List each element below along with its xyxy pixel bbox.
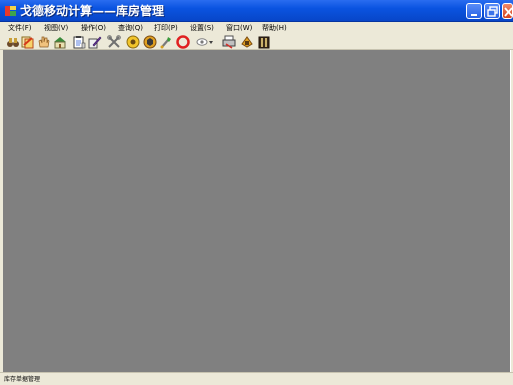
gear-icon[interactable] xyxy=(126,35,140,49)
menu-view[interactable]: 视图(V) xyxy=(44,22,68,34)
minimize-button[interactable] xyxy=(466,3,482,19)
status-bar: 库存单据管理 xyxy=(0,372,513,385)
title-bar[interactable]: 戈德移动计算——库房管理 xyxy=(0,0,513,22)
toolbar xyxy=(0,34,513,50)
mdi-workspace[interactable] xyxy=(3,50,511,372)
status-text: 库存单据管理 xyxy=(4,376,41,383)
binoculars-icon[interactable] xyxy=(6,35,20,49)
maximize-icon xyxy=(487,6,498,17)
minimize-icon xyxy=(471,14,477,16)
close-button[interactable] xyxy=(502,3,513,19)
settings-icon[interactable] xyxy=(240,35,254,49)
wrench-icon[interactable] xyxy=(159,35,173,49)
menu-bar: 文件(F) 视图(V) 操作(O) 查询(Q) 打印(P) 设置(S) 窗口(W… xyxy=(0,22,513,34)
eye-dropdown-icon[interactable] xyxy=(196,35,214,49)
hand-icon[interactable] xyxy=(37,35,51,49)
menu-settings[interactable]: 设置(S) xyxy=(190,22,214,34)
print-icon[interactable] xyxy=(222,35,236,49)
menu-query[interactable]: 查询(Q) xyxy=(118,22,143,34)
app-logo-icon xyxy=(5,6,16,16)
menu-window[interactable]: 窗口(W) xyxy=(226,22,252,34)
close-icon xyxy=(504,7,513,17)
menu-file[interactable]: 文件(F) xyxy=(8,22,32,34)
menu-help[interactable]: 帮助(H) xyxy=(262,22,287,34)
maximize-button[interactable] xyxy=(484,3,500,19)
document-stack-icon[interactable] xyxy=(21,35,35,49)
edit-pen-icon[interactable] xyxy=(88,35,102,49)
stop-icon[interactable] xyxy=(176,35,190,49)
menu-operate[interactable]: 操作(O) xyxy=(81,22,106,34)
app-window: 戈德移动计算——库房管理 文件(F) 视图(V) 操作(O) 查询(Q) 打印(… xyxy=(0,0,513,385)
tools-icon[interactable] xyxy=(107,35,121,49)
clipboard-icon[interactable] xyxy=(72,35,86,49)
window-title: 戈德移动计算——库房管理 xyxy=(20,4,165,18)
menu-print[interactable]: 打印(P) xyxy=(154,22,178,34)
warehouse-icon[interactable] xyxy=(53,35,67,49)
exit-icon[interactable] xyxy=(257,35,271,49)
box-icon[interactable] xyxy=(143,35,157,49)
